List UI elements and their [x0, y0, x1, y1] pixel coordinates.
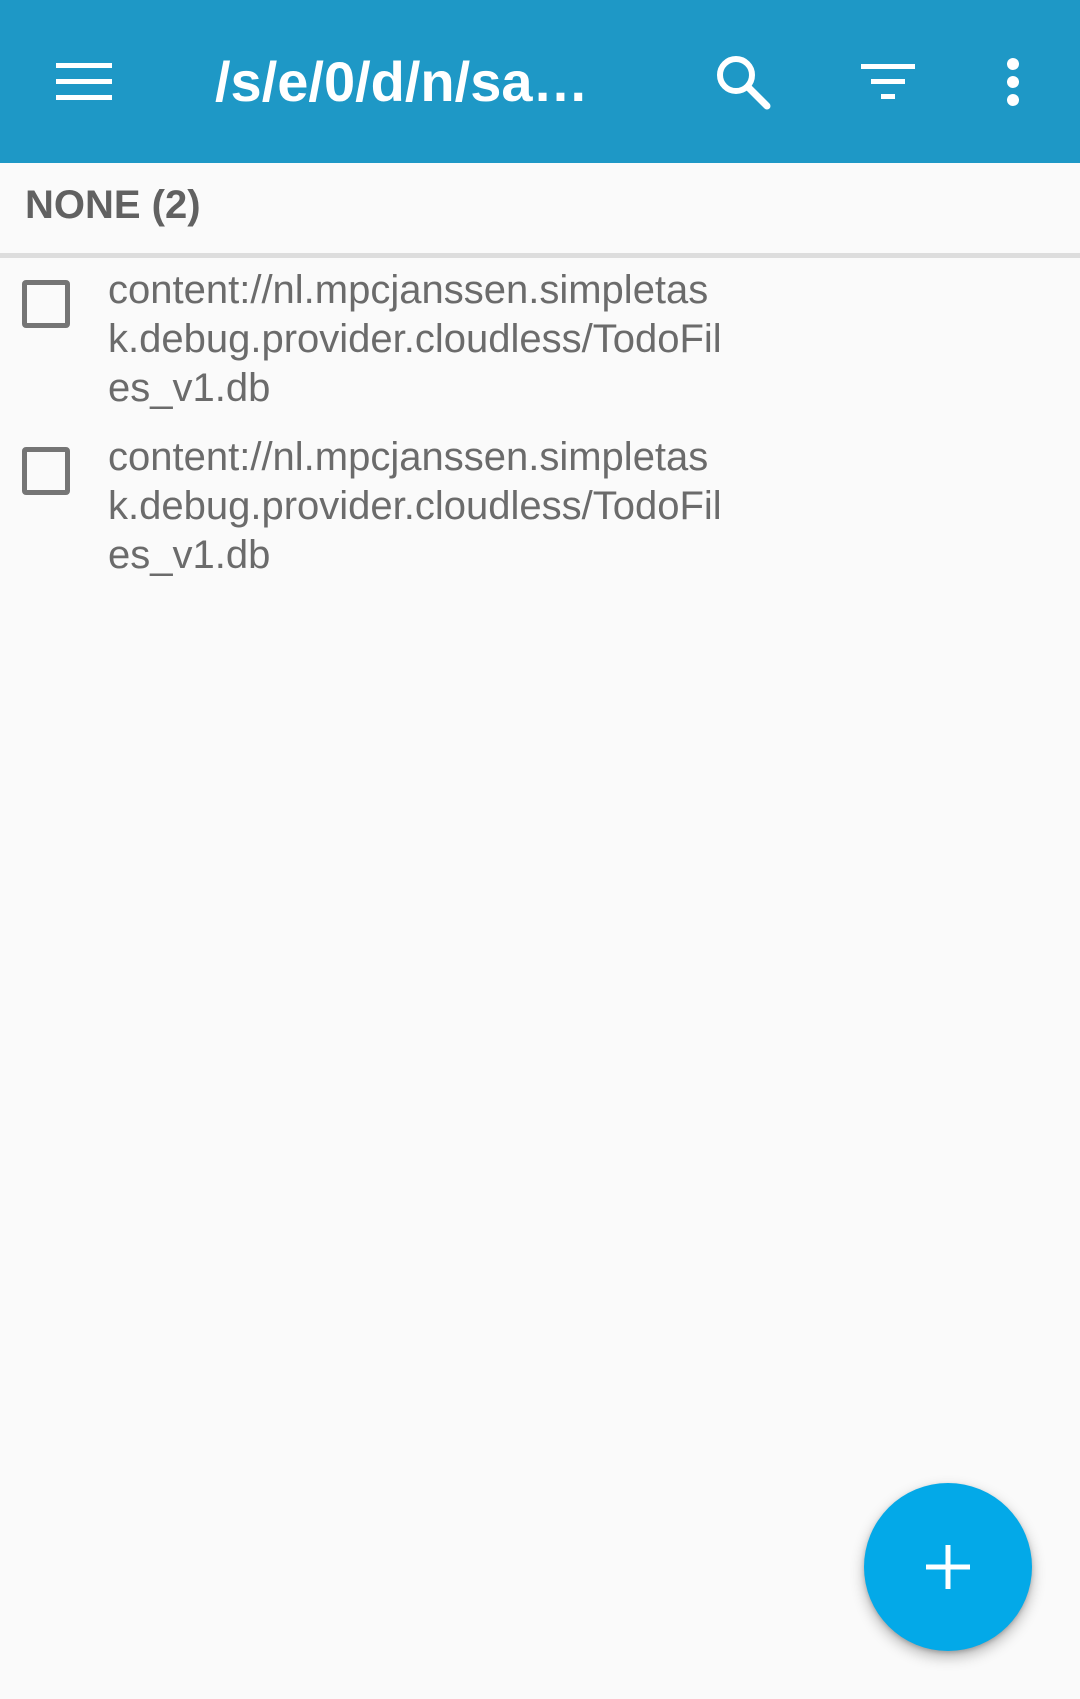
hamburger-menu-icon	[56, 63, 112, 100]
toolbar-title: /s/e/0/d/n/sa…	[215, 50, 589, 113]
search-button[interactable]	[691, 30, 795, 134]
section-header: NONE (2)	[0, 163, 1080, 258]
menu-button[interactable]	[32, 30, 136, 134]
more-options-button[interactable]	[961, 30, 1065, 134]
task-list: content://nl.mpcjanssen.simpletask.debug…	[0, 258, 1080, 592]
filter-button[interactable]	[836, 30, 940, 134]
search-icon	[717, 56, 771, 110]
task-checkbox[interactable]	[22, 447, 70, 495]
task-item[interactable]: content://nl.mpcjanssen.simpletask.debug…	[0, 425, 1080, 592]
task-checkbox[interactable]	[22, 280, 70, 328]
task-item[interactable]: content://nl.mpcjanssen.simpletask.debug…	[0, 258, 1080, 425]
toolbar: /s/e/0/d/n/sa…	[0, 0, 1080, 163]
section-label: NONE (2)	[25, 183, 201, 227]
filter-icon	[861, 64, 915, 99]
add-task-button[interactable]	[864, 1483, 1032, 1651]
more-vert-icon	[1007, 58, 1019, 106]
plus-icon	[926, 1545, 970, 1589]
task-text: content://nl.mpcjanssen.simpletask.debug…	[108, 268, 722, 410]
task-text: content://nl.mpcjanssen.simpletask.debug…	[108, 435, 722, 577]
app-screen: /s/e/0/d/n/sa… NONE (2) content://nl.mpc…	[0, 0, 1080, 1699]
